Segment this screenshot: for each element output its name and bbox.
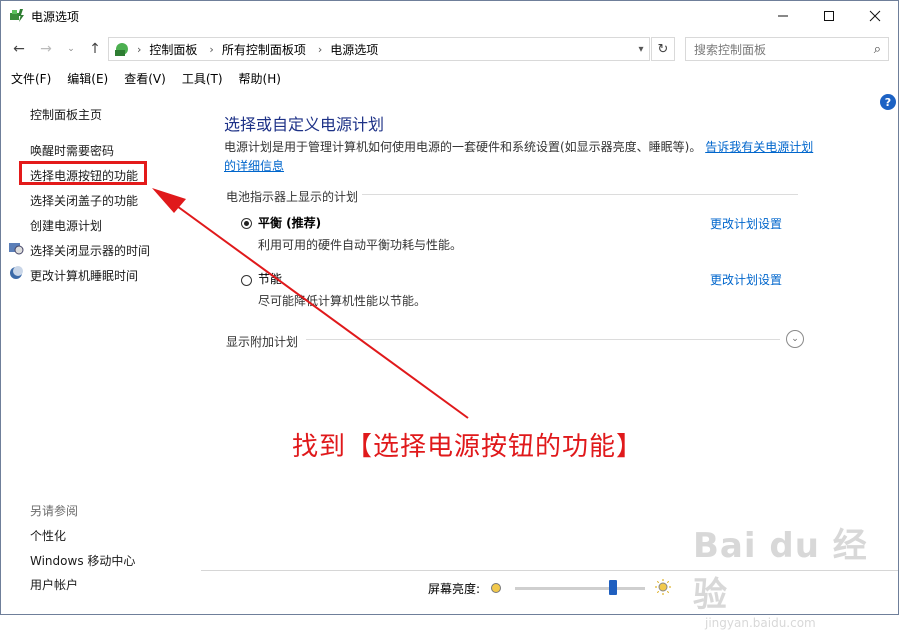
annotation-text: 找到【选择电源按钮的功能】 <box>292 432 644 462</box>
watermark-url: jingyan.baidu.com <box>705 616 816 630</box>
brightness-high-icon <box>655 579 671 595</box>
watermark-brand: Bai du 经验 <box>693 526 868 615</box>
brightness-slider-thumb[interactable] <box>608 580 617 595</box>
brightness-label: 屏幕亮度: <box>428 582 481 596</box>
baidu-watermark: Bai du 经验 jingyan.baidu.com <box>693 518 899 630</box>
brightness-slider[interactable] <box>515 580 645 595</box>
bottom-divider <box>201 570 899 571</box>
brightness-fill <box>515 587 613 590</box>
brightness-low-icon <box>491 583 501 593</box>
